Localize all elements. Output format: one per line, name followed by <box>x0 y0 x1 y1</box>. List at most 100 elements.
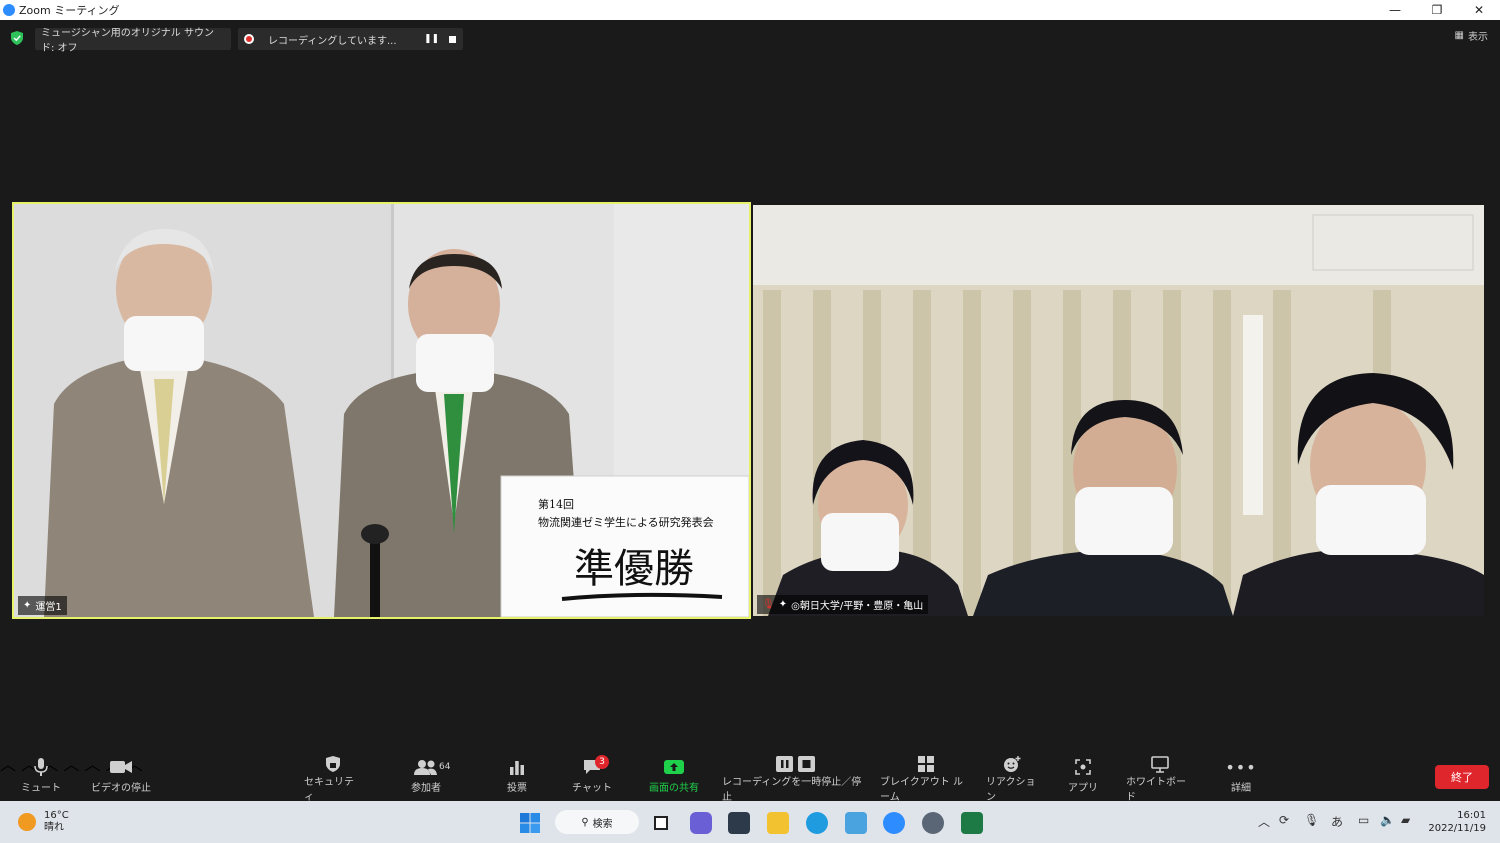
share-screen-button[interactable]: 画面の共有 <box>646 755 702 799</box>
close-button[interactable]: ✕ <box>1458 0 1500 20</box>
zoom-logo-icon <box>3 4 15 16</box>
edge-browser-icon[interactable] <box>806 812 828 834</box>
grid-view-icon: ▦ <box>1454 30 1464 41</box>
video-tile-active-speaker[interactable]: 第14回 物流関連ゼミ学生による研究発表会 準優勝 ✦ 運営1 <box>12 202 751 619</box>
original-sound-label: ミュージシャン用のオリジナル サウンド: オフ <box>41 28 214 54</box>
sun-icon <box>18 813 36 831</box>
audio-options-caret-icon[interactable]: ︿ <box>0 755 16 774</box>
participant-name: 運営1 <box>35 602 62 613</box>
participant-name-label: ✦ 運営1 <box>18 596 67 615</box>
settings-gear-icon[interactable] <box>922 812 944 834</box>
video-feed-students <box>753 205 1484 616</box>
weather-widget[interactable]: 16°C 晴れ <box>18 810 69 834</box>
restore-button[interactable]: ❐ <box>1416 0 1458 20</box>
microphone-tray-icon[interactable]: 🎙 <box>1304 813 1319 827</box>
mute-button[interactable]: ミュート <box>20 755 62 799</box>
view-label: 表示 <box>1468 32 1488 43</box>
onedrive-sync-icon[interactable]: ⟳ <box>1279 813 1289 827</box>
minimize-button[interactable]: — <box>1374 0 1416 20</box>
poll-button[interactable]: 投票 <box>500 755 534 799</box>
stop-video-button[interactable]: ビデオの停止 <box>90 755 152 799</box>
microsoft-store-icon[interactable] <box>728 812 750 834</box>
video-camera-icon <box>109 755 133 779</box>
show-hidden-icons-icon[interactable]: ︿ <box>1258 813 1270 830</box>
volume-icon[interactable]: 🔈 <box>1380 813 1395 827</box>
apps-button[interactable]: アプリ <box>1066 755 1100 799</box>
network-icon[interactable]: ▭ <box>1358 813 1369 827</box>
chat-badge: 3 <box>595 755 609 769</box>
breakout-grid-icon <box>917 755 935 773</box>
security-shield-icon[interactable] <box>11 31 23 45</box>
breakout-rooms-label: ブレイクアウト ルーム <box>880 777 963 803</box>
smiley-plus-icon <box>1002 755 1022 773</box>
sign-line-1: 第14回 <box>538 498 574 511</box>
pause-recording-icon[interactable]: ❚❚ <box>424 34 439 44</box>
recording-dot-icon <box>244 34 254 44</box>
view-button[interactable]: ▦ 表示 <box>1455 28 1488 43</box>
clock-time: 16:01 <box>1457 810 1486 821</box>
excel-icon[interactable] <box>961 812 983 834</box>
reactions-button[interactable]: リアクション <box>986 755 1038 803</box>
battery-icon[interactable]: ▰ <box>1401 813 1410 827</box>
search-icon: ⚲ <box>581 816 589 828</box>
taskbar-search[interactable]: ⚲ 検索 <box>555 810 639 834</box>
security-shield-icon <box>325 755 341 773</box>
stop-recording-icon[interactable] <box>449 35 456 43</box>
recording-pause-stop-button[interactable]: レコーディングを一時停止／停止 <box>722 755 870 803</box>
breakout-rooms-button[interactable]: ブレイクアウト ルーム <box>880 755 972 803</box>
meeting-stage: ミュージシャン用のオリジナル サウンド: オフ レコーディングしています... … <box>0 20 1500 803</box>
original-sound-indicator[interactable]: ミュージシャン用のオリジナル サウンド: オフ <box>35 28 231 54</box>
meeting-toolbar: ミュート ︿ ビデオの停止 ︿ セキュリティ 参加者 64 ︿ 投票 チャット … <box>0 751 1500 803</box>
more-label: 詳細 <box>1231 783 1251 794</box>
more-dots-icon: ••• <box>1225 757 1257 777</box>
clock-date: 2022/11/19 <box>1428 823 1486 834</box>
sign-title: 準優勝 <box>574 546 694 592</box>
window-title-bar: Zoom ミーティング — ❐ ✕ <box>0 0 1500 20</box>
poll-label: 投票 <box>507 783 527 794</box>
weather-condition: 晴れ <box>44 822 64 833</box>
recording-indicator: レコーディングしています... ❚❚ <box>238 28 463 50</box>
stop-video-label: ビデオの停止 <box>91 783 151 794</box>
start-menu-icon[interactable] <box>519 812 541 834</box>
mute-label: ミュート <box>21 783 61 794</box>
participants-label: 参加者 <box>411 783 441 794</box>
file-explorer-icon[interactable] <box>767 812 789 834</box>
notepad-icon[interactable] <box>845 812 867 834</box>
share-screen-icon <box>663 755 685 779</box>
security-button[interactable]: セキュリティ <box>304 755 362 803</box>
microphone-icon <box>34 755 48 779</box>
participants-icon <box>414 755 438 779</box>
more-button[interactable]: ••• 詳細 <box>1224 755 1258 799</box>
pin-icon: ✦ <box>778 599 788 610</box>
security-label: セキュリティ <box>304 777 354 803</box>
chat-label: チャット <box>572 783 612 794</box>
windows-taskbar: 16°C 晴れ ⚲ 検索 ︿ ⟳ 🎙 あ ▭ 🔈 ▰ 16:01 2022/11… <box>0 801 1500 843</box>
pause-stop-icon <box>775 755 817 773</box>
taskbar-clock[interactable]: 16:01 2022/11/19 <box>1428 809 1486 835</box>
zoom-app-icon[interactable] <box>883 812 905 834</box>
temperature: 16°C <box>44 810 69 821</box>
video-tile-participant[interactable]: 🎙 ✦ ◎朝日大学/平野・豊原・亀山 <box>753 205 1484 616</box>
share-screen-label: 画面の共有 <box>649 783 699 794</box>
end-meeting-button[interactable]: 終了 <box>1435 765 1489 789</box>
search-label: 検索 <box>592 818 613 830</box>
window-title: Zoom ミーティング <box>19 4 120 17</box>
apps-label: アプリ <box>1068 783 1098 794</box>
participants-count: 64 <box>439 762 451 772</box>
apps-icon <box>1074 755 1092 779</box>
recording-status-label: レコーディングしています... <box>268 35 397 47</box>
participant-name-label: 🎙 ✦ ◎朝日大学/平野・豊原・亀山 <box>757 595 929 614</box>
task-view-icon[interactable] <box>650 812 672 834</box>
teams-chat-icon[interactable] <box>690 812 712 834</box>
recording-pause-stop-label: レコーディングを一時停止／停止 <box>722 777 862 803</box>
chat-options-caret-icon[interactable]: ︿ <box>63 755 79 774</box>
whiteboard-label: ホワイトボード <box>1126 777 1186 803</box>
muted-mic-icon: 🎙 <box>762 599 775 610</box>
participant-name: ◎朝日大学/平野・豊原・亀山 <box>791 601 924 612</box>
bar-chart-icon <box>509 755 525 779</box>
sign-line-2: 物流関連ゼミ学生による研究発表会 <box>538 516 714 529</box>
whiteboard-icon <box>1150 755 1170 773</box>
ime-mode-indicator[interactable]: あ <box>1331 813 1343 830</box>
whiteboard-button[interactable]: ホワイトボード <box>1126 755 1194 803</box>
pin-icon: ✦ <box>23 600 32 611</box>
